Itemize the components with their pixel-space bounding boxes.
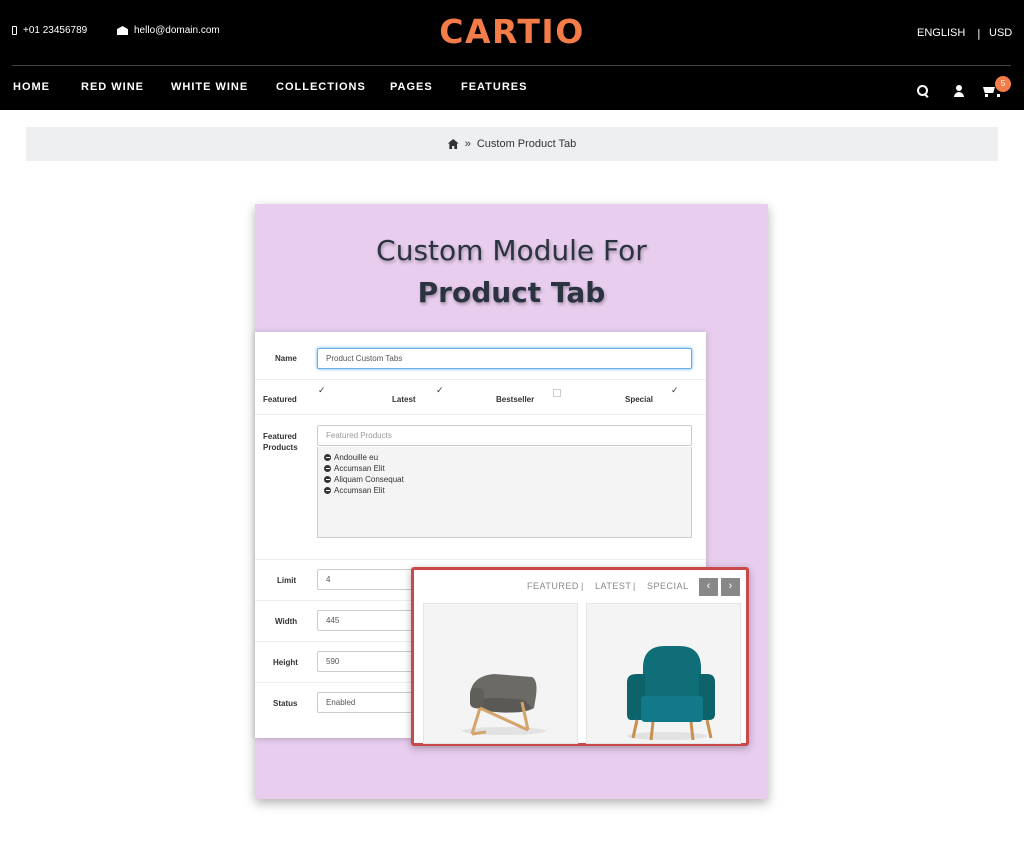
banner-title-line2: Product Tab bbox=[417, 276, 606, 309]
form-row-name: Name Product Custom Tabs bbox=[255, 332, 706, 380]
language-selector[interactable]: ENGLISH bbox=[917, 27, 965, 39]
remove-icon[interactable] bbox=[324, 487, 331, 494]
featured-products-input[interactable]: Featured Products bbox=[317, 425, 692, 446]
nav-red-wine[interactable]: RED WINE bbox=[81, 81, 144, 93]
limit-label: Limit bbox=[277, 576, 297, 585]
armchair-image bbox=[627, 646, 715, 741]
search-icon[interactable] bbox=[916, 84, 930, 98]
nav-collections[interactable]: COLLECTIONS bbox=[276, 81, 366, 93]
remove-icon[interactable] bbox=[324, 465, 331, 472]
name-label: Name bbox=[275, 354, 297, 363]
list-item[interactable]: Accumsan Elit bbox=[324, 464, 385, 473]
banner-title-line1: Custom Module For bbox=[376, 234, 647, 267]
checkbox-label-bestseller: Bestseller bbox=[496, 395, 535, 404]
header-divider: | bbox=[977, 27, 981, 40]
height-label: Height bbox=[273, 658, 298, 667]
remove-icon[interactable] bbox=[324, 476, 331, 483]
tab-separator: | bbox=[581, 581, 584, 591]
checkbox-bestseller[interactable] bbox=[553, 389, 561, 397]
nav-white-wine[interactable]: WHITE WINE bbox=[171, 81, 248, 93]
tab-latest[interactable]: LATEST bbox=[595, 581, 631, 591]
product-tab-preview: FEATURED | LATEST | SPECIAL ‹ › bbox=[411, 567, 749, 746]
featured-products-list: Andouille eu Accumsan Elit Aliquam Conse… bbox=[317, 447, 692, 538]
user-icon[interactable] bbox=[952, 84, 966, 98]
height-field[interactable]: 590 bbox=[317, 651, 417, 672]
status-label: Status bbox=[273, 699, 298, 708]
list-item[interactable]: Accumsan Elit bbox=[324, 486, 385, 495]
carousel-next-button[interactable]: › bbox=[721, 578, 740, 596]
carousel-prev-button[interactable]: ‹ bbox=[699, 578, 718, 596]
limit-field[interactable]: 4 bbox=[317, 569, 417, 590]
top-header: +01 23456789 hello@domain.com CARTIO ENG… bbox=[0, 0, 1024, 110]
product-card[interactable] bbox=[423, 603, 578, 744]
checkbox-featured[interactable]: ✓ bbox=[318, 386, 326, 395]
checkbox-label-latest: Latest bbox=[392, 395, 416, 404]
nav-features[interactable]: FEATURES bbox=[461, 81, 527, 93]
currency-selector[interactable]: USD bbox=[989, 27, 1012, 39]
header-rule bbox=[12, 65, 1011, 66]
remove-icon[interactable] bbox=[324, 454, 331, 461]
nav-home[interactable]: HOME bbox=[13, 81, 50, 93]
breadcrumb-separator: » bbox=[464, 138, 471, 150]
product-card[interactable] bbox=[586, 603, 741, 744]
lounge-chair-image bbox=[462, 674, 546, 736]
form-row-checkboxes: Featured ✓ Latest ✓ Bestseller Special ✓ bbox=[255, 380, 706, 415]
tab-special[interactable]: SPECIAL bbox=[647, 581, 689, 591]
status-select[interactable]: Enabled bbox=[317, 692, 417, 713]
site-logo[interactable]: CARTIO bbox=[0, 12, 1024, 51]
breadcrumb-current: Custom Product Tab bbox=[476, 138, 577, 150]
home-icon[interactable] bbox=[447, 139, 459, 149]
width-field[interactable]: 445 bbox=[317, 610, 417, 631]
name-field[interactable]: Product Custom Tabs bbox=[317, 348, 692, 369]
checkbox-latest[interactable]: ✓ bbox=[436, 386, 444, 395]
featured-products-label: Featured Products bbox=[263, 432, 298, 452]
list-item[interactable]: Andouille eu bbox=[324, 453, 378, 462]
checkbox-special[interactable]: ✓ bbox=[671, 386, 679, 395]
tab-featured[interactable]: FEATURED bbox=[527, 581, 579, 591]
tab-separator: | bbox=[633, 581, 636, 591]
nav-pages[interactable]: PAGES bbox=[390, 81, 433, 93]
list-item[interactable]: Aliquam Consequat bbox=[324, 475, 404, 484]
breadcrumb: » Custom Product Tab bbox=[26, 127, 998, 161]
checkbox-label-featured: Featured bbox=[263, 395, 297, 404]
cart-count-badge: 5 bbox=[995, 76, 1011, 92]
checkbox-label-special: Special bbox=[625, 395, 654, 404]
width-label: Width bbox=[275, 617, 298, 626]
